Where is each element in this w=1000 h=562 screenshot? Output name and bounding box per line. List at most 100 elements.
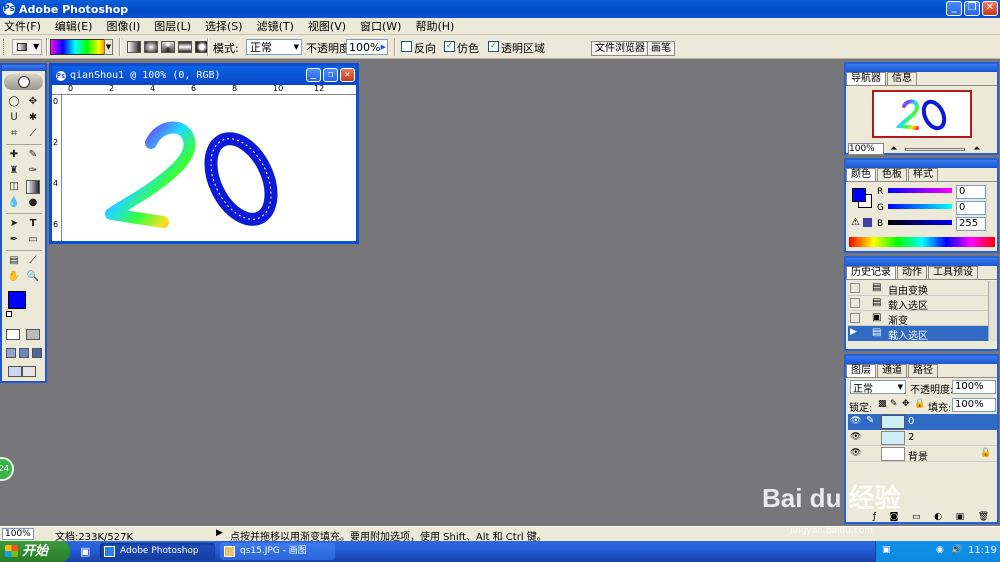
menu-select[interactable]: 选择(S)	[205, 18, 243, 34]
menu-layer[interactable]: 图层(L)	[154, 18, 191, 34]
tab-layers[interactable]: 图层	[846, 364, 876, 377]
menu-help[interactable]: 帮助(H)	[415, 18, 454, 34]
lock-all-icon[interactable]: 🔒	[914, 399, 925, 409]
document-window[interactable]: Ps qianShou1 @ 100% (0, RGB) _ ❐ ✕ 0 2 4…	[49, 63, 359, 244]
lasso-tool-icon[interactable]: ᑌ	[7, 111, 21, 125]
color-spectrum-bar[interactable]	[849, 237, 995, 247]
status-zoom-field[interactable]: 100%	[2, 528, 34, 540]
mode-select[interactable]: 正常 ▼	[246, 39, 302, 55]
screen-mode-2-icon[interactable]	[19, 348, 29, 358]
layers-titlebar[interactable]	[846, 356, 997, 364]
tab-navigator[interactable]: 导航器	[846, 72, 886, 85]
start-button[interactable]: 开始	[0, 541, 70, 562]
taskbar-item-paint[interactable]: qs15.JPG - 画图	[220, 543, 335, 560]
screen-mode-1-icon[interactable]	[6, 348, 16, 358]
lock-pixels-icon[interactable]: ✎	[890, 399, 898, 409]
transparency-checkbox[interactable]: ✓	[488, 41, 499, 52]
history-scrollbar[interactable]	[988, 281, 997, 341]
foreground-color-swatch[interactable]	[8, 291, 26, 309]
menu-window[interactable]: 窗口(W)	[360, 18, 401, 34]
quick-mask-icon[interactable]	[26, 329, 40, 340]
stamp-tool-icon[interactable]: ♜	[7, 164, 21, 178]
layer-row[interactable]: 👁 2	[848, 430, 997, 446]
show-desktop-icon[interactable]: ▣	[80, 545, 90, 558]
r-value-field[interactable]: 0	[956, 185, 986, 199]
gradient-picker[interactable]	[50, 39, 112, 55]
g-value-field[interactable]: 0	[956, 201, 986, 215]
tab-history[interactable]: 历史记录	[846, 266, 896, 279]
history-item[interactable]: ▤ 自由变换	[848, 281, 988, 297]
canvas[interactable]	[63, 96, 355, 241]
floating-badge[interactable]: 24	[0, 457, 14, 481]
tab-color[interactable]: 颜色	[846, 168, 876, 181]
file-browser-tab[interactable]: 文件浏览器	[591, 41, 649, 56]
navigator-zoom[interactable]: 100%	[848, 143, 884, 155]
volume-icon[interactable]: 🔊	[951, 545, 962, 555]
type-tool-icon[interactable]: T	[26, 217, 40, 231]
b-slider[interactable]	[888, 220, 952, 225]
menu-filter[interactable]: 滤镜(T)	[257, 18, 294, 34]
menu-view[interactable]: 视图(V)	[308, 18, 346, 34]
blur-tool-icon[interactable]: 💧	[7, 196, 21, 210]
shape-tool-icon[interactable]: ▭	[26, 233, 40, 247]
dodge-tool-icon[interactable]: ●	[26, 196, 40, 210]
menu-file[interactable]: 文件(F)	[4, 18, 41, 34]
gamut-warning-icon[interactable]: ⚠	[851, 217, 860, 228]
crop-tool-icon[interactable]: ⌗	[7, 127, 21, 141]
marquee-tool-icon[interactable]: ◯	[7, 95, 21, 109]
move-tool-icon[interactable]: ✥	[26, 95, 40, 109]
layer-name[interactable]: 0	[908, 416, 914, 427]
healing-brush-icon[interactable]: ✚	[7, 148, 21, 162]
eye-logo-icon[interactable]	[4, 74, 43, 90]
doc-restore-button[interactable]: ❐	[323, 68, 338, 82]
zoom-in-icon[interactable]: ⏶	[973, 144, 980, 154]
zoom-tool-icon[interactable]: 🔍	[26, 270, 40, 284]
jump-to-imageready-icon[interactable]	[8, 366, 38, 378]
eye-icon[interactable]: 👁	[850, 448, 861, 458]
blend-mode-select[interactable]: 正常 ▼	[850, 380, 906, 395]
lock-position-icon[interactable]: ✥	[902, 399, 910, 409]
doc-minimize-button[interactable]: _	[306, 68, 321, 82]
notes-tool-icon[interactable]: ▤	[7, 254, 21, 268]
navigator-titlebar[interactable]	[846, 64, 997, 72]
screen-mode-3-icon[interactable]	[32, 348, 42, 358]
tab-paths[interactable]: 路径	[908, 364, 938, 377]
tab-channels[interactable]: 通道	[877, 364, 907, 377]
chevron-right-icon[interactable]: ▶	[381, 43, 386, 51]
tool-preset-picker[interactable]: ▼	[12, 39, 42, 55]
history-brush-icon[interactable]: ✑	[26, 164, 40, 178]
b-value-field[interactable]: 255	[956, 217, 986, 231]
g-slider[interactable]	[888, 204, 952, 209]
document-titlebar[interactable]: Ps qianShou1 @ 100% (0, RGB) _ ❐ ✕	[52, 66, 356, 85]
dither-checkbox[interactable]: ✓	[444, 41, 455, 52]
gamut-color-swatch[interactable]	[863, 218, 872, 227]
history-item[interactable]: ▤ 载入选区	[848, 296, 988, 312]
eyedropper-icon[interactable]: ⟋	[26, 254, 40, 268]
magic-wand-icon[interactable]: ✱	[26, 111, 40, 125]
network-icon[interactable]: ▣	[882, 545, 891, 555]
path-selection-icon[interactable]: ➤	[7, 217, 21, 231]
eye-icon[interactable]: 👁	[850, 416, 861, 426]
color-fg-swatch[interactable]	[852, 188, 866, 202]
play-arrow-icon[interactable]: ▶	[216, 528, 223, 538]
angle-gradient-icon[interactable]	[161, 41, 175, 53]
hand-tool-icon[interactable]: ✋	[7, 270, 21, 284]
tab-info[interactable]: 信息	[887, 72, 917, 85]
restore-button[interactable]: ❐	[964, 1, 980, 16]
doc-close-button[interactable]: ✕	[340, 68, 355, 82]
color-titlebar[interactable]	[846, 160, 997, 168]
history-item-selected[interactable]: ▶ ▤ 载入选区	[848, 326, 988, 342]
zoom-out-icon[interactable]: ⏶	[890, 144, 897, 154]
tab-tool-presets[interactable]: 工具预设	[928, 266, 978, 279]
trash-icon[interactable]: 🗑	[978, 512, 989, 522]
tab-swatches[interactable]: 色板	[877, 168, 907, 181]
tab-actions[interactable]: 动作	[897, 266, 927, 279]
gradient-dropdown-icon[interactable]: ▼	[104, 39, 113, 55]
gradient-tool-icon[interactable]	[26, 180, 40, 194]
eye-icon[interactable]: 👁	[850, 432, 861, 442]
layer-name[interactable]: 背景	[908, 448, 928, 463]
r-slider[interactable]	[888, 188, 952, 193]
radial-gradient-icon[interactable]	[144, 41, 158, 53]
close-button[interactable]: ✕	[982, 1, 998, 16]
layer-name[interactable]: 2	[908, 432, 914, 443]
